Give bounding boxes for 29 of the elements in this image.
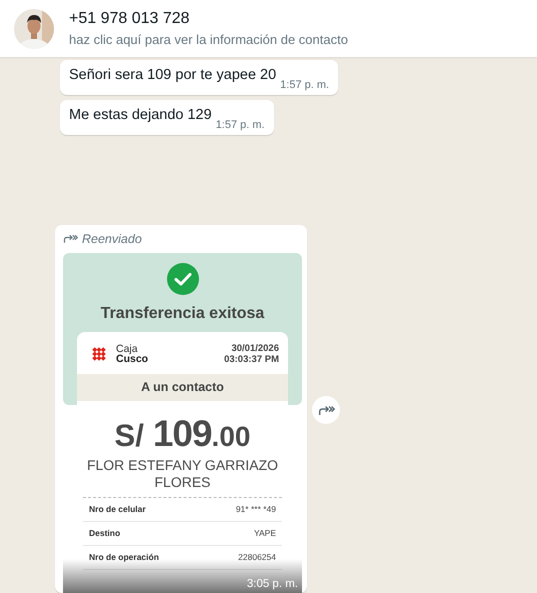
forward-button[interactable] [312,396,340,424]
receipt-date: 30/01/2026 [231,343,279,354]
currency-symbol: S/ [114,418,144,454]
detail-label: Nro de celular [89,504,146,514]
contact-name[interactable]: +51 978 013 728 [69,10,348,28]
status-title: Transferencia exitosa [100,305,264,323]
message-time: 1:57 p. m. [280,79,330,91]
recipient-name: FLOR ESTEFANY GARRIAZO FLORES [86,456,280,492]
message-text: Señori sera 109 por te yapee 20 [69,66,276,85]
forwarded-label: Reenviado [82,232,142,246]
message-text: Me estas dejando 129 [69,106,212,125]
contact-subtitle[interactable]: haz clic aquí para ver la información de contacto [69,32,348,47]
detail-value: 22806254 [238,552,276,562]
detail-label: Nro de operación [89,552,159,562]
detail-label: Destino [89,528,120,538]
forward-icon [63,233,78,244]
check-icon [166,263,198,295]
bank-name: Cusco [116,354,148,364]
bank-name: Caja [116,344,138,354]
amount-decimals: .00 [212,421,250,453]
message-time: 1:57 p. m. [216,119,265,131]
receipt-image[interactable]: Transferencia exitosa Caja Cusco 30/01/2026 03:03:37 PM A un contacto S/ 109.00 FLOR ESTEFANY GARRIAZO FLORES Nro de celular 91* *** *49 Destino YAPE Nro de operación 22806254 3:05 p. m. [63,253,302,593]
detail-value: YAPE [254,528,276,538]
category-label: A un contacto [141,380,224,394]
forward-icon [318,404,334,416]
amount-value: 109 [152,413,212,455]
message-time: 3:05 p. m. [246,578,298,590]
detail-value: 91* *** *49 [236,504,276,514]
receipt-time: 03:03:37 PM [224,354,279,365]
